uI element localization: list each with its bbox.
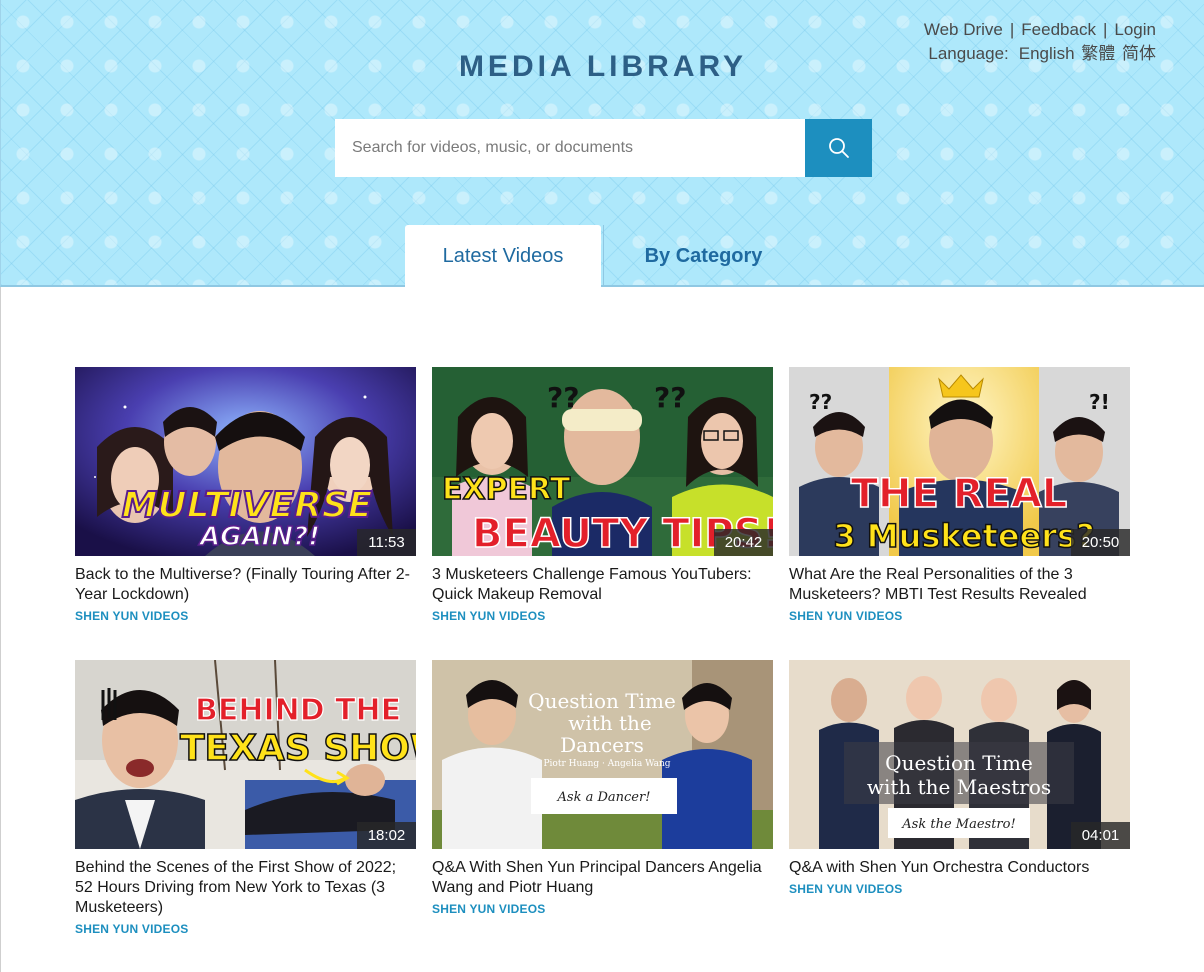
- search-button[interactable]: [805, 119, 872, 177]
- video-thumbnail[interactable]: MULTIVERSE AGAIN?! 11:53: [75, 367, 416, 556]
- nav-separator: |: [1009, 20, 1015, 39]
- thumbnail-title-text: THE REAL: [851, 471, 1068, 517]
- thumbnail-title-text: Question Time: [885, 751, 1033, 775]
- video-thumbnail[interactable]: ?? ?! THE REAL 3 Musketeers? 20:50: [789, 367, 1130, 556]
- thumbnail-image: MULTIVERSE AGAIN?!: [75, 367, 416, 556]
- thumbnail-subtitle-text: with the: [568, 711, 652, 735]
- video-duration: 20:42: [714, 529, 773, 556]
- video-thumbnail[interactable]: BEHIND THE TEXAS SHOW 18:02: [75, 660, 416, 849]
- tab-latest-videos[interactable]: Latest Videos: [405, 225, 601, 288]
- thumbnail-title-text: Question Time: [528, 689, 676, 713]
- video-duration: 18:02: [357, 822, 416, 849]
- video-title[interactable]: 3 Musketeers Challenge Famous YouTubers:…: [432, 565, 773, 605]
- thumbnail-title-text: BEHIND THE: [195, 693, 401, 728]
- question-mark-decoration: ?!: [1089, 390, 1110, 414]
- thumbnail-cta-text: Ask a Dancer!: [557, 790, 651, 805]
- video-channel[interactable]: SHEN YUN VIDEOS: [75, 609, 416, 623]
- thumbnail-subtitle-text: TEXAS SHOW: [180, 728, 416, 769]
- question-mark-decoration: ??: [809, 390, 832, 414]
- video-channel[interactable]: SHEN YUN VIDEOS: [432, 902, 773, 916]
- video-channel[interactable]: SHEN YUN VIDEOS: [789, 882, 1130, 896]
- video-thumbnail[interactable]: Question Time with the Dancers Piotr Hua…: [432, 660, 773, 849]
- tab-by-category[interactable]: By Category: [603, 225, 803, 287]
- video-duration: 04:01: [1071, 822, 1130, 849]
- video-card[interactable]: ?? ?! THE REAL 3 Musketeers? 20:50 What …: [789, 367, 1130, 660]
- web-drive-link[interactable]: Web Drive: [924, 20, 1003, 39]
- video-channel[interactable]: SHEN YUN VIDEOS: [75, 922, 416, 936]
- thumbnail-names-text: Piotr Huang · Angelia Wang: [543, 759, 670, 769]
- thumbnail-cta-text: Ask the Maestro!: [901, 817, 1015, 832]
- video-duration: 11:53: [357, 529, 416, 556]
- thumbnail-subtitle-text: 3 Musketeers?: [833, 517, 1094, 555]
- search-input[interactable]: [335, 119, 805, 177]
- video-grid: MULTIVERSE AGAIN?! 11:53 Back to the Mul…: [75, 367, 1130, 953]
- video-card[interactable]: Question Time with the Dancers Piotr Hua…: [432, 660, 773, 953]
- header-banner: Web Drive | Feedback | Login Language: Englis…: [0, 0, 1204, 288]
- thumbnail-image: Question Time with the Maestros Ask the …: [789, 660, 1130, 849]
- video-card[interactable]: MULTIVERSE AGAIN?! 11:53 Back to the Mul…: [75, 367, 416, 660]
- login-link[interactable]: Login: [1114, 20, 1156, 39]
- search-bar: [335, 119, 872, 177]
- page-border: [0, 287, 1, 972]
- thumbnail-image: ?? ?! THE REAL 3 Musketeers?: [789, 367, 1130, 556]
- video-card[interactable]: BEHIND THE TEXAS SHOW 18:02 Behind the S…: [75, 660, 416, 953]
- video-title[interactable]: What Are the Real Personalities of the 3…: [789, 565, 1130, 605]
- tab-bar: Latest Videos By Category: [405, 225, 803, 288]
- video-thumbnail[interactable]: Question Time with the Maestros Ask the …: [789, 660, 1130, 849]
- thumbnail-subtitle-text: AGAIN?!: [198, 522, 320, 552]
- thumbnail-title-text: MULTIVERSE: [122, 485, 373, 526]
- nav-separator: |: [1102, 20, 1108, 39]
- video-card[interactable]: ?? ?? EXPERT BEAUTY TIPS! 20:42 3 Musket…: [432, 367, 773, 660]
- video-title[interactable]: Q&A With Shen Yun Principal Dancers Ange…: [432, 858, 773, 898]
- video-title[interactable]: Behind the Scenes of the First Show of 2…: [75, 858, 416, 918]
- thumbnail-image: ?? ?? EXPERT BEAUTY TIPS!: [432, 367, 773, 556]
- video-channel[interactable]: SHEN YUN VIDEOS: [432, 609, 773, 623]
- site-logo-title[interactable]: MEDIA LIBRARY: [1, 50, 1204, 84]
- video-title[interactable]: Back to the Multiverse? (Finally Touring…: [75, 565, 416, 605]
- thumbnail-image: BEHIND THE TEXAS SHOW: [75, 660, 416, 849]
- video-channel[interactable]: SHEN YUN VIDEOS: [789, 609, 1130, 623]
- thumbnail-subtitle-text: Dancers: [560, 733, 644, 757]
- video-duration: 20:50: [1071, 529, 1130, 556]
- question-mark-decoration: ??: [654, 381, 686, 414]
- video-thumbnail[interactable]: ?? ?? EXPERT BEAUTY TIPS! 20:42: [432, 367, 773, 556]
- video-title[interactable]: Q&A with Shen Yun Orchestra Conductors: [789, 858, 1130, 878]
- feedback-link[interactable]: Feedback: [1021, 20, 1096, 39]
- search-icon: [828, 138, 849, 158]
- video-card[interactable]: Question Time with the Maestros Ask the …: [789, 660, 1130, 953]
- thumbnail-image: Question Time with the Dancers Piotr Hua…: [432, 660, 773, 849]
- question-mark-decoration: ??: [547, 381, 579, 414]
- thumbnail-title-text: EXPERT: [442, 472, 571, 507]
- thumbnail-subtitle-text: with the Maestros: [867, 775, 1051, 799]
